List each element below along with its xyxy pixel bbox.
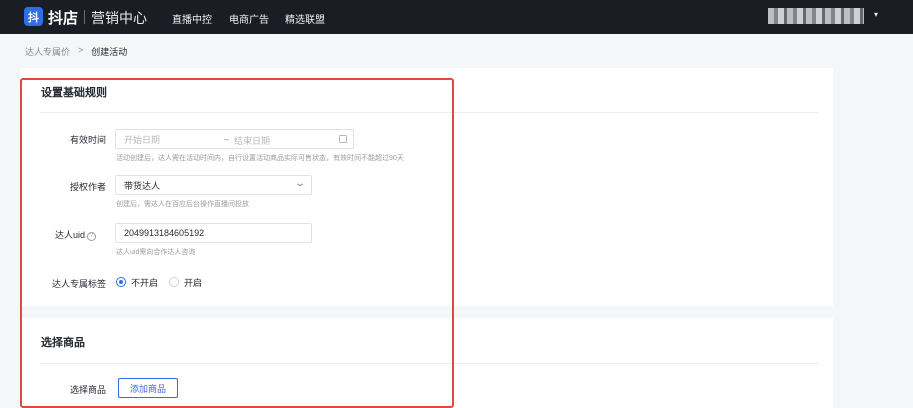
- user-account-avatar[interactable]: [768, 8, 864, 24]
- select-products-label: 选择商品: [69, 385, 106, 395]
- end-date-input[interactable]: 结束日期: [234, 134, 270, 147]
- valid-time-hint: 活动创建后，达人需在活动时间内，自行设置活动商品实际可售状态，有效时间不能超过9…: [116, 155, 404, 162]
- start-date-input[interactable]: 开始日期: [124, 133, 160, 146]
- section-divider: [40, 112, 819, 113]
- date-range-picker[interactable]: 开始日期 – 结束日期: [115, 129, 354, 149]
- nav-item-ecommerce-ads[interactable]: 电商广告: [229, 11, 269, 26]
- breadcrumb-parent-link[interactable]: 达人专属价: [25, 45, 70, 58]
- date-range-separator: –: [224, 134, 230, 144]
- uid-input-value: 2049913184605192: [124, 228, 205, 238]
- logo-divider: [84, 10, 85, 24]
- logo-text[interactable]: 抖店: [48, 7, 78, 28]
- account-dropdown-caret-icon[interactable]: ▾: [874, 10, 878, 19]
- marketing-center-title: 营销中心: [91, 10, 147, 26]
- calendar-icon[interactable]: [339, 135, 347, 143]
- select-products-title: 选择商品: [41, 337, 85, 349]
- breadcrumb: 达人专属价 > 创建活动: [25, 45, 127, 58]
- breadcrumb-current: 创建活动: [91, 47, 128, 57]
- uid-hint: 达人uid需向合作达人咨询: [116, 249, 196, 256]
- author-hint: 创建后，需达人在百应后台操作直播间投放: [116, 201, 249, 208]
- chevron-down-icon[interactable]: ⌄: [294, 178, 306, 189]
- valid-time-label: 有效时间: [69, 135, 106, 145]
- nav-item-selected-alliance[interactable]: 精选联盟: [285, 11, 325, 26]
- radio-off[interactable]: [116, 277, 126, 287]
- author-label: 授权作者: [69, 182, 106, 192]
- basic-rules-title: 设置基础规则: [41, 87, 107, 99]
- help-icon[interactable]: ?: [87, 232, 96, 241]
- exclusive-tag-label: 达人专属标签: [51, 279, 106, 289]
- select-products-card: 选择商品 选择商品 添加商品: [20, 318, 833, 408]
- uid-input[interactable]: 2049913184605192: [115, 223, 312, 243]
- radio-on-label[interactable]: 开启: [184, 276, 202, 289]
- section-divider: [40, 363, 819, 364]
- douyin-shop-logo-icon[interactable]: 抖: [24, 7, 43, 26]
- radio-off-label[interactable]: 不开启: [131, 276, 158, 289]
- uid-label: 达人uid?: [6, 228, 96, 241]
- breadcrumb-separator-icon: >: [78, 45, 84, 55]
- author-select-value: 带货达人: [124, 180, 161, 191]
- author-select[interactable]: 带货达人 ⌄: [115, 175, 312, 195]
- top-navigation-bar: 抖 抖店 营销中心 直播中控 电商广告 精选联盟 ▾: [0, 0, 913, 34]
- radio-on[interactable]: [169, 277, 179, 287]
- basic-rules-card: 设置基础规则 有效时间 开始日期 – 结束日期 活动创建后，达人需在活动时间内，…: [20, 68, 833, 306]
- add-products-button[interactable]: 添加商品: [118, 378, 178, 398]
- uid-label-text: 达人uid: [54, 230, 85, 240]
- nav-item-live-control[interactable]: 直播中控: [172, 11, 212, 26]
